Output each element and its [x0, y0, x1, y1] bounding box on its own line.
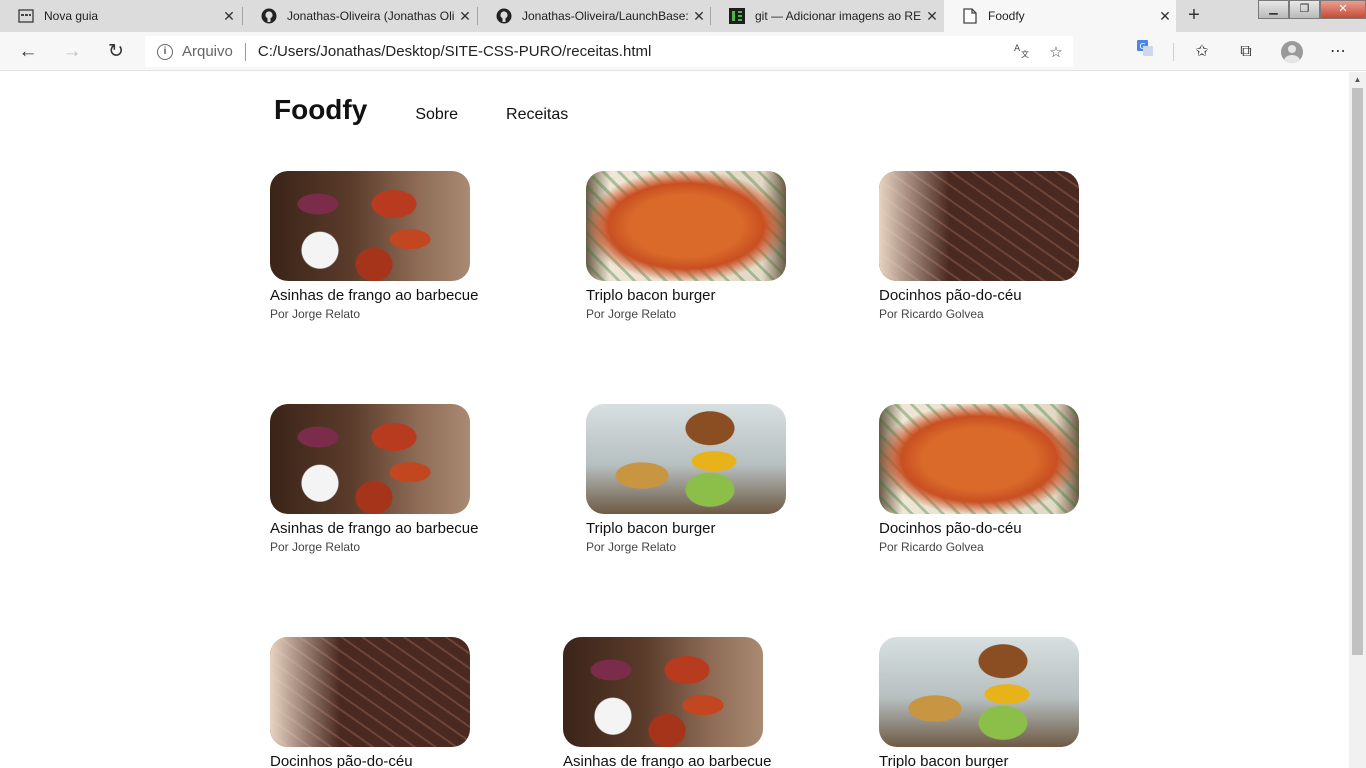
- site-header: Foodfy Sobre Receitas: [274, 94, 568, 126]
- svg-text:A: A: [1014, 44, 1021, 54]
- nav-link-receitas[interactable]: Receitas: [506, 106, 568, 124]
- recipe-image[interactable]: [586, 404, 786, 514]
- recipe-image[interactable]: [270, 171, 470, 281]
- recipe-card[interactable]: Triplo bacon burger: [879, 637, 1119, 768]
- favorites-icon[interactable]: ✩: [1188, 39, 1216, 65]
- recipe-title: Asinhas de frango ao barbecue: [270, 520, 479, 537]
- back-icon[interactable]: ←: [15, 39, 41, 65]
- address-bar[interactable]: i Arquivo C:/Users/Jonathas/Desktop/SITE…: [145, 36, 1073, 67]
- collections-icon[interactable]: ⧉: [1232, 39, 1260, 65]
- stackoverflow-icon: [729, 8, 745, 24]
- recipe-image[interactable]: [586, 171, 786, 281]
- forward-icon[interactable]: →: [59, 39, 85, 65]
- close-tab-icon[interactable]: ✕: [921, 8, 943, 25]
- tab-nova-guia[interactable]: Nova guia ✕: [0, 0, 240, 32]
- recipe-author: Por Ricardo Golvea: [879, 307, 984, 321]
- recipe-card[interactable]: Docinhos pão-do-céu Por Ricardo Golvea: [879, 171, 1119, 321]
- recipe-title: Triplo bacon burger: [586, 520, 716, 537]
- window-close-icon[interactable]: ✕: [1320, 0, 1366, 19]
- recipe-image[interactable]: [563, 637, 763, 747]
- translate-icon[interactable]: G: [1131, 39, 1159, 65]
- scroll-thumb[interactable]: [1352, 88, 1363, 655]
- close-tab-icon[interactable]: ✕: [688, 8, 710, 25]
- recipe-image[interactable]: [879, 171, 1079, 281]
- tab-strip: Nova guia ✕ Jonathas-Oliveira (Jonathas …: [0, 0, 1366, 32]
- nav-link-sobre[interactable]: Sobre: [415, 106, 458, 124]
- tab-foodfy[interactable]: Foodfy ✕: [944, 0, 1176, 32]
- recipe-card[interactable]: Asinhas de frango ao barbecue: [563, 637, 803, 768]
- recipe-title: Asinhas de frango ao barbecue: [563, 753, 772, 768]
- refresh-icon[interactable]: ↻: [103, 39, 129, 65]
- tab-github-profile[interactable]: Jonathas-Oliveira (Jonathas Oliv ✕: [243, 0, 476, 32]
- toolbar-divider: [1173, 43, 1174, 61]
- recipe-title: Docinhos pão-do-céu: [270, 753, 413, 768]
- recipe-card[interactable]: Docinhos pão-do-céu: [270, 637, 510, 768]
- recipe-title: Triplo bacon burger: [879, 753, 1009, 768]
- svg-text:文: 文: [1021, 49, 1029, 58]
- new-tab-button[interactable]: +: [1180, 3, 1208, 29]
- recipe-image[interactable]: [879, 404, 1079, 514]
- window-controls: ▁ ❐ ✕: [1258, 0, 1366, 20]
- recipe-title: Triplo bacon burger: [586, 287, 716, 304]
- tab-github-repo[interactable]: Jonathas-Oliveira/LaunchBase: I ✕: [478, 0, 710, 32]
- site-logo[interactable]: Foodfy: [274, 94, 367, 126]
- recipe-card[interactable]: Docinhos pão-do-céu Por Ricardo Golvea: [879, 404, 1119, 554]
- page-icon: [962, 8, 978, 24]
- recipe-image[interactable]: [270, 637, 470, 747]
- new-tab-page-icon: [18, 8, 34, 24]
- close-tab-icon[interactable]: ✕: [218, 8, 240, 25]
- recipe-card[interactable]: Asinhas de frango ao barbecue Por Jorge …: [270, 171, 510, 321]
- close-tab-icon[interactable]: ✕: [1154, 8, 1176, 25]
- favorite-star-icon[interactable]: ☆: [1039, 43, 1073, 61]
- url-text[interactable]: C:/Users/Jonathas/Desktop/SITE-CSS-PURO/…: [258, 43, 1005, 60]
- github-icon: [496, 8, 512, 24]
- recipe-image[interactable]: [879, 637, 1079, 747]
- recipe-author: Por Jorge Relato: [586, 540, 677, 554]
- read-aloud-icon[interactable]: A文: [1005, 42, 1039, 62]
- address-divider: [244, 42, 246, 61]
- recipe-image[interactable]: [270, 404, 470, 514]
- close-tab-icon[interactable]: ✕: [454, 8, 476, 25]
- page-scrollbar[interactable]: ▲: [1349, 72, 1366, 768]
- tab-stackoverflow[interactable]: git — Adicionar imagens ao REA ✕: [711, 0, 943, 32]
- recipe-title: Docinhos pão-do-céu: [879, 520, 1022, 537]
- browser-toolbar: ← → ↻ i Arquivo C:/Users/Jonathas/Deskto…: [0, 32, 1366, 71]
- profile-avatar[interactable]: [1281, 41, 1303, 63]
- recipe-title: Docinhos pão-do-céu: [879, 287, 1022, 304]
- more-options-icon[interactable]: ⋯: [1324, 39, 1352, 65]
- restore-icon[interactable]: ❐: [1289, 0, 1320, 19]
- address-scheme-label: Arquivo: [182, 43, 233, 60]
- recipe-card[interactable]: Triplo bacon burger Por Jorge Relato: [586, 171, 826, 321]
- info-icon[interactable]: i: [157, 43, 173, 60]
- recipe-author: Por Jorge Relato: [270, 540, 361, 554]
- recipe-author: Por Ricardo Golvea: [879, 540, 984, 554]
- scroll-up-icon[interactable]: ▲: [1349, 72, 1366, 88]
- github-icon: [261, 8, 277, 24]
- recipe-title: Asinhas de frango ao barbecue: [270, 287, 479, 304]
- recipe-author: Por Jorge Relato: [270, 307, 361, 321]
- minimize-icon[interactable]: ▁: [1258, 0, 1289, 19]
- recipe-card[interactable]: Asinhas de frango ao barbecue Por Jorge …: [270, 404, 510, 554]
- page-viewport: Foodfy Sobre Receitas Asinhas de frango …: [0, 72, 1349, 768]
- recipe-card[interactable]: Triplo bacon burger Por Jorge Relato: [586, 404, 826, 554]
- recipe-author: Por Jorge Relato: [586, 307, 677, 321]
